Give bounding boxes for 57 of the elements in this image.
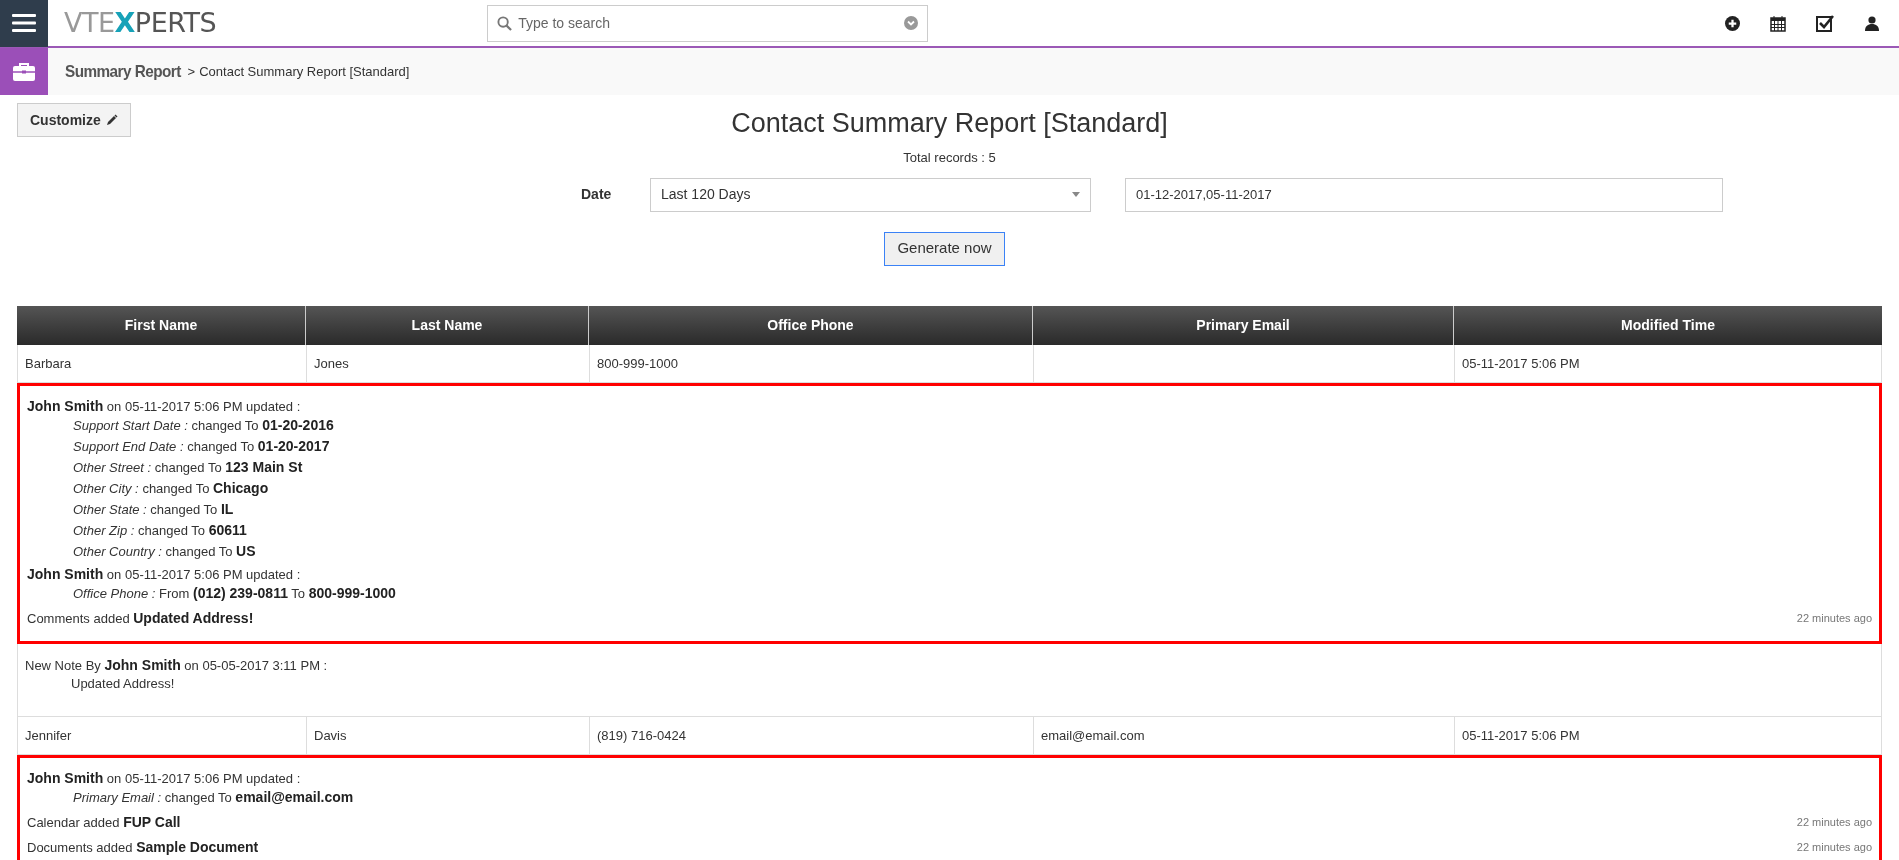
column-header[interactable]: Office Phone bbox=[589, 306, 1033, 345]
column-header[interactable]: First Name bbox=[17, 306, 306, 345]
column-header[interactable]: Primary Email bbox=[1033, 306, 1454, 345]
breadcrumb-current: Contact Summary Report [Standard] bbox=[199, 62, 410, 81]
field-change: Other City : changed To Chicago bbox=[72, 479, 270, 498]
note-text: Updated Address! bbox=[70, 675, 176, 693]
field-change: Support End Date : changed To 01-20-2017 bbox=[72, 437, 331, 456]
table-cell: email@email.com bbox=[1034, 717, 1455, 754]
activity-text: Documents added Sample Document bbox=[27, 838, 259, 857]
checkbox-icon[interactable] bbox=[1816, 14, 1835, 32]
pencil-icon bbox=[105, 114, 118, 126]
table-cell: (819) 716-0424 bbox=[590, 717, 1034, 754]
date-range-field[interactable]: 01-12-2017,05-11-2017 bbox=[1125, 177, 1723, 212]
customize-button[interactable]: Customize bbox=[17, 103, 131, 137]
search-field[interactable]: Type to search bbox=[487, 4, 929, 42]
note-header: New Note By John Smith on 05-05-2017 3:11 PM : bbox=[25, 656, 329, 675]
update-header: John Smith on 05-11-2017 5:06 PM updated : bbox=[27, 770, 302, 787]
logo: VTEXPERTS bbox=[64, 5, 217, 40]
activity-text: Comments added Updated Address! bbox=[27, 609, 254, 628]
field-change: Other Zip : changed To 60611 bbox=[72, 521, 248, 540]
field-change: Other Street : changed To 123 Main St bbox=[72, 458, 304, 477]
field-change: Support Start Date : changed To 01-20-2016 bbox=[72, 416, 335, 435]
table-cell: Barbara bbox=[18, 345, 307, 382]
plus-circle-icon[interactable] bbox=[1725, 15, 1740, 31]
breadcrumb-module[interactable]: Summary Report bbox=[65, 58, 181, 85]
relative-time: 22 minutes ago bbox=[1796, 611, 1872, 627]
update-header: John Smith on 05-11-2017 5:06 PM updated : bbox=[27, 398, 302, 415]
table-cell: Jennifer bbox=[18, 717, 307, 754]
table-cell: Davis bbox=[307, 717, 590, 754]
relative-time: 22 minutes ago bbox=[1796, 840, 1872, 856]
field-change: Primary Email : changed To email@email.com bbox=[72, 788, 355, 807]
calendar-icon[interactable] bbox=[1770, 14, 1786, 32]
menu-icon bbox=[12, 13, 36, 33]
briefcase-icon bbox=[12, 61, 36, 82]
menu-button[interactable] bbox=[0, 0, 48, 47]
field-change: Other State : changed To IL bbox=[72, 500, 235, 519]
date-select[interactable]: Last 120 Days bbox=[650, 177, 1091, 212]
field-change: Other Country : changed To US bbox=[72, 542, 257, 561]
chevron-down-icon[interactable] bbox=[904, 15, 919, 30]
table-cell: 800-999-1000 bbox=[590, 345, 1034, 382]
total-records: Total records : 5 bbox=[903, 149, 996, 167]
table-cell-text: 05-11-2017 5:06 PM bbox=[1461, 726, 1581, 745]
relative-time: 22 minutes ago bbox=[1796, 815, 1872, 831]
column-header[interactable]: Last Name bbox=[306, 306, 589, 345]
caret-icon bbox=[1072, 192, 1080, 197]
column-header[interactable]: Modified Time bbox=[1454, 306, 1882, 345]
update-header: John Smith on 05-11-2017 5:06 PM updated : bbox=[27, 566, 302, 583]
generate-button[interactable]: Generate now bbox=[884, 231, 1005, 266]
report-title: Contact Summary Report [Standard] bbox=[731, 107, 1168, 140]
field-change: Office Phone : From (012) 239-0811 To 800-999-1000 bbox=[72, 584, 397, 603]
table-cell-text: 05-11-2017 5:06 PM bbox=[1461, 354, 1581, 373]
user-icon[interactable] bbox=[1865, 15, 1879, 31]
search-icon bbox=[497, 15, 513, 31]
activity-text: Calendar added FUP Call bbox=[27, 813, 181, 832]
date-label: Date bbox=[581, 185, 613, 204]
table-cell: Jones bbox=[307, 345, 590, 382]
breadcrumb-separator: > bbox=[187, 62, 196, 81]
